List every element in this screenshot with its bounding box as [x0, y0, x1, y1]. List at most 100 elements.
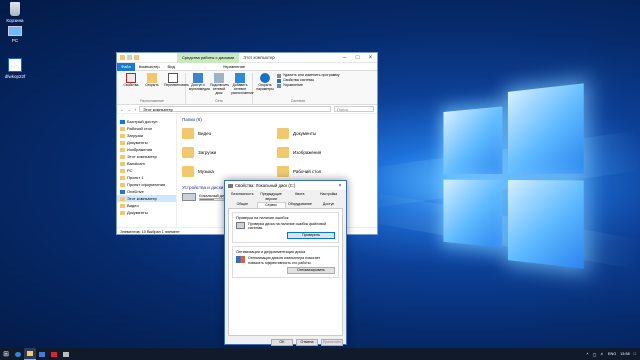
- nav-item[interactable]: Видео: [117, 202, 176, 209]
- tab-previous-versions[interactable]: Предыдущие версии: [257, 192, 286, 202]
- nav-item-label: Видео: [127, 203, 139, 208]
- nav-item[interactable]: Проект 1: [117, 174, 176, 181]
- apply-button[interactable]: Применить: [321, 339, 343, 346]
- folder-icon: [277, 165, 289, 177]
- context-tab-drive-tools[interactable]: Средства работы с дисками: [177, 52, 240, 63]
- tab-sharing[interactable]: Доступ: [314, 202, 343, 208]
- folder-label: Рабочий стол: [293, 168, 322, 174]
- tab-tools[interactable]: Сервис: [256, 202, 286, 208]
- properties-small-icon[interactable]: [127, 55, 132, 60]
- nav-item[interactable]: Проект оформления: [117, 181, 176, 188]
- file-explorer-icon: [27, 351, 33, 356]
- language-indicator[interactable]: ENG: [608, 352, 616, 356]
- search-input[interactable]: Поиск: [334, 106, 374, 112]
- folders-grid: Видео Документы Загрузки Изображения Музыка Р…: [182, 125, 372, 179]
- rename-icon: [168, 73, 178, 83]
- settings-icon: [63, 351, 69, 357]
- window-title: Этот компьютер: [243, 55, 275, 60]
- cancel-button[interactable]: Отмена: [296, 339, 318, 346]
- up-arrow-icon[interactable]: ↑: [134, 107, 136, 112]
- folder-icon[interactable]: [120, 55, 125, 60]
- close-button[interactable]: ×: [364, 53, 377, 63]
- nav-item[interactable]: OneDrive: [117, 188, 176, 195]
- start-button[interactable]: ⊞: [0, 348, 12, 360]
- nav-item-icon: [120, 203, 125, 208]
- ribbon-open-settings-button[interactable]: Открыть параметры: [256, 73, 274, 99]
- disk-check-icon: [236, 222, 245, 229]
- folder-item[interactable]: Рабочий стол: [277, 163, 372, 179]
- minimize-button[interactable]: –: [338, 53, 351, 63]
- folder-item[interactable]: Документы: [277, 125, 372, 141]
- address-bar[interactable]: Этот компьютер: [139, 106, 331, 112]
- tab-customize[interactable]: Настройка: [314, 192, 343, 202]
- tab-file[interactable]: Файл: [117, 62, 135, 71]
- folder-item[interactable]: Видео: [182, 125, 277, 141]
- ribbon-media-button[interactable]: Доступ к мультимедиа: [189, 73, 210, 99]
- back-arrow-icon[interactable]: ←: [120, 107, 124, 112]
- ribbon-open-button[interactable]: Открыть: [143, 73, 161, 99]
- ribbon-label: Добавить сетевое расположение: [231, 83, 254, 95]
- drive-icon: [228, 183, 233, 188]
- maximize-button[interactable]: □: [351, 53, 364, 63]
- ribbon-rename-button[interactable]: Переименовать: [164, 73, 189, 99]
- nav-item[interactable]: Рабочий стол: [117, 125, 176, 132]
- new-folder-icon[interactable]: [134, 55, 139, 60]
- system-tray: ˄ ▢ ♬ ENG 13:58 □: [586, 352, 640, 357]
- taskbar-app[interactable]: [60, 348, 72, 360]
- drive-icon: [182, 193, 196, 201]
- desktop-icon-pc[interactable]: PC: [0, 26, 30, 43]
- drive-properties-dialog: Свойства: Локальный диск (C:) × Безопасн…: [224, 180, 347, 346]
- folder-item[interactable]: Загрузки: [182, 144, 277, 160]
- chevron-up-icon[interactable]: ˄: [586, 352, 588, 356]
- ribbon-manage-item[interactable]: Управление: [277, 83, 340, 88]
- nav-item[interactable]: Этот компьютер: [117, 195, 176, 202]
- close-button[interactable]: ×: [334, 183, 346, 189]
- nav-item[interactable]: PC: [117, 167, 176, 174]
- ribbon-map-drive-button[interactable]: Подключить сетевой диск: [210, 73, 229, 99]
- nav-item[interactable]: Загрузки: [117, 132, 176, 139]
- taskbar: ⊞ ˄ ▢ ♬ ENG 13:58 □: [0, 348, 640, 360]
- ribbon-add-network-button[interactable]: Добавить сетевое расположение: [231, 73, 254, 99]
- desktop-icon-shortcut[interactable]: dfwkop22f: [0, 58, 30, 79]
- nav-item[interactable]: Быстрый доступ: [117, 118, 176, 125]
- folder-item[interactable]: Музыка: [182, 163, 277, 179]
- dialog-tabs-row1: Безопасность Предыдущие версии Квота Нас…: [225, 190, 346, 202]
- network-icon[interactable]: ▢: [593, 352, 597, 357]
- optimize-button[interactable]: Оптимизировать: [287, 266, 335, 274]
- desktop-icon-recycle-bin[interactable]: Корзина: [0, 2, 30, 23]
- nav-item-label: Проект оформления: [127, 182, 166, 187]
- notifications-icon[interactable]: □: [634, 352, 636, 356]
- ribbon-group-network: Доступ к мультимедиа Подключить сетевой …: [186, 73, 254, 104]
- nav-item-icon: [120, 196, 125, 201]
- taskbar-app[interactable]: [36, 348, 48, 360]
- tab-manage[interactable]: Управление: [219, 63, 249, 71]
- taskbar-app[interactable]: [48, 348, 60, 360]
- drive-usage-bar: [199, 197, 227, 201]
- taskbar-app[interactable]: [24, 348, 36, 360]
- folders-heading[interactable]: Папки (6): [182, 117, 372, 122]
- tab-hardware[interactable]: Оборудование: [286, 202, 315, 208]
- ribbon-properties-button[interactable]: Свойства: [122, 73, 140, 99]
- tab-computer[interactable]: Компьютер: [135, 63, 164, 71]
- nav-item-icon: [120, 147, 125, 152]
- forward-arrow-icon[interactable]: →: [127, 107, 131, 112]
- check-button[interactable]: Проверить: [287, 232, 335, 240]
- nav-item[interactable]: Этот компьютер: [117, 153, 176, 160]
- ok-button[interactable]: OK: [271, 339, 293, 346]
- nav-item[interactable]: Bandicam: [117, 160, 176, 167]
- clock[interactable]: 13:58: [620, 352, 630, 356]
- folder-item[interactable]: Изображения: [277, 144, 372, 160]
- nav-item[interactable]: Документы: [117, 209, 176, 216]
- taskbar-app[interactable]: [12, 348, 24, 360]
- nav-item[interactable]: Изображения: [117, 146, 176, 153]
- explorer-titlebar: Средства работы с дисками Этот компьютер…: [117, 52, 377, 63]
- tab-general[interactable]: Общие: [228, 202, 257, 208]
- system-properties-icon: [277, 78, 281, 83]
- ribbon-label: Свойства: [123, 83, 139, 87]
- nav-item[interactable]: Документы: [117, 139, 176, 146]
- volume-icon[interactable]: ♬: [600, 352, 604, 356]
- nav-item-label: PC: [127, 168, 133, 173]
- tab-view[interactable]: Вид: [164, 63, 179, 71]
- tab-quota[interactable]: Квота: [286, 192, 315, 202]
- tab-security[interactable]: Безопасность: [228, 192, 257, 202]
